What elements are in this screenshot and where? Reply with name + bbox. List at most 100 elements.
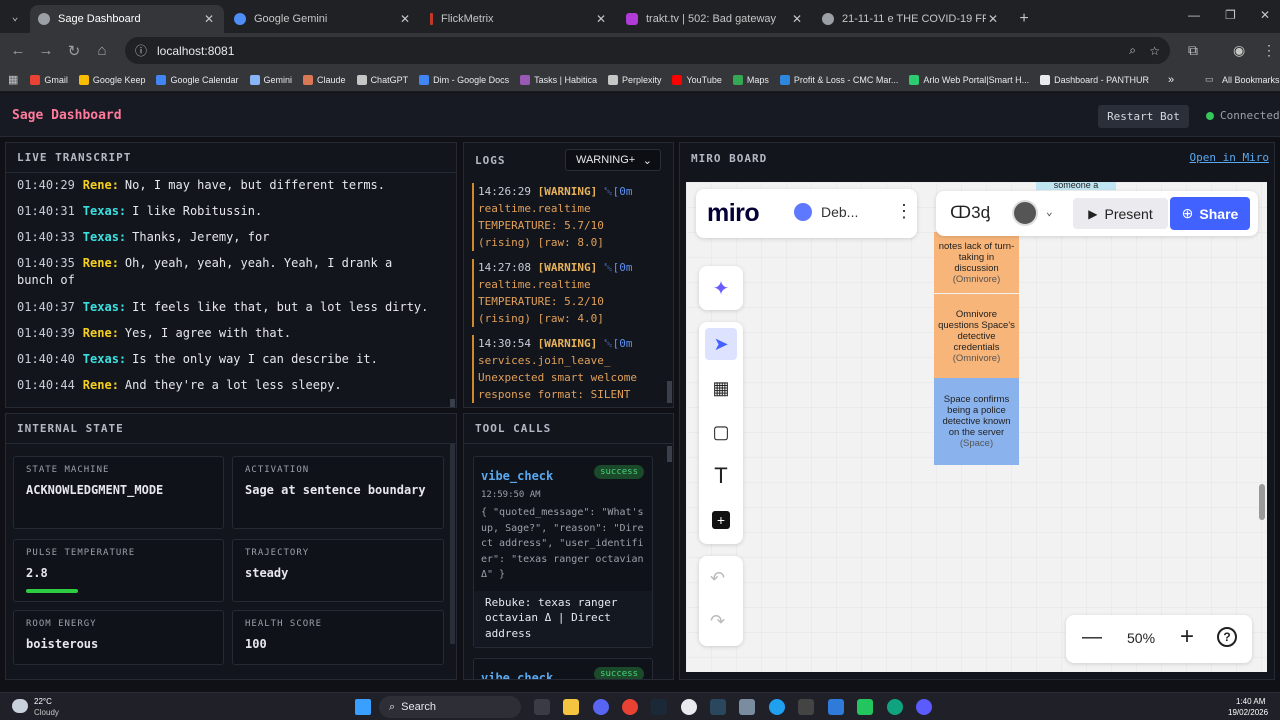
tool-call-card[interactable]: vibe_check success 12:59:50 AM { "quoted… (473, 456, 653, 648)
clock-time[interactable]: 1:40 AM (1236, 697, 1265, 706)
discord-icon[interactable] (593, 699, 609, 715)
tab-covid[interactable]: 21-11-11 e THE COVID-19 FRAUD & W ✕ (814, 5, 1008, 33)
app-icon[interactable] (681, 699, 697, 715)
all-bookmarks[interactable]: All Bookmarks (1222, 75, 1280, 85)
zoom-in-icon[interactable]: + (1180, 623, 1194, 651)
logs-scrollbar[interactable] (667, 381, 672, 403)
app-icon[interactable] (916, 699, 932, 715)
bookmark-star-icon[interactable]: ☆ (1149, 44, 1160, 58)
bookmark-item[interactable]: Dashboard - PANTHUR (1040, 74, 1149, 85)
template-icon[interactable]: ▦ (705, 372, 737, 404)
present-button[interactable]: ▶ Present (1073, 198, 1168, 229)
sticky-note[interactable]: Space confirms being a police detective … (934, 378, 1019, 465)
file-explorer-icon[interactable] (563, 699, 579, 715)
state-scrollbar[interactable] (450, 444, 455, 644)
clock-date[interactable]: 19/02/2026 (1228, 708, 1268, 717)
add-more-icon[interactable]: + (705, 504, 737, 536)
edge-icon[interactable] (769, 699, 785, 715)
bookmark-item[interactable]: Maps (732, 74, 769, 85)
sticky-note[interactable]: someone a (1036, 182, 1116, 190)
more-bookmarks-icon[interactable]: » (1168, 74, 1174, 86)
avatar[interactable] (1012, 200, 1038, 226)
terminal-icon[interactable] (798, 699, 814, 715)
steam-icon[interactable] (710, 699, 726, 715)
task-view-icon[interactable] (534, 699, 550, 715)
close-icon[interactable]: ✕ (986, 12, 1000, 26)
tool-call-card[interactable]: vibe_check success (473, 658, 653, 680)
weather-icon[interactable] (12, 699, 28, 713)
site-info-icon[interactable]: ⓘ (135, 42, 147, 59)
steam-icon[interactable] (651, 699, 667, 715)
app-icon[interactable] (739, 699, 755, 715)
tab-flickmetrix[interactable]: FlickMetrix ✕ (422, 5, 616, 33)
menu-icon[interactable]: ⋮ (1262, 42, 1276, 59)
apps-icon[interactable]: ▦ (8, 73, 18, 86)
tool-call-args: { "quoted_message": "What's up, Sage?", … (481, 507, 644, 580)
share-button[interactable]: ⊕ Share (1170, 197, 1250, 230)
chrome-icon[interactable] (622, 699, 638, 715)
open-in-miro-link[interactable]: Open in Miro (1190, 151, 1269, 164)
tab-sage-dashboard[interactable]: Sage Dashboard ✕ (30, 5, 224, 33)
home-icon[interactable]: ⌂ (88, 42, 116, 59)
close-window-icon[interactable]: ✕ (1260, 8, 1270, 22)
zoom-out-icon[interactable]: — (1082, 626, 1102, 649)
help-icon[interactable]: ? (1217, 627, 1237, 647)
bookmark-item[interactable]: Google Keep (78, 74, 145, 85)
restart-bot-button[interactable]: Restart Bot (1098, 105, 1189, 128)
tool-name: vibe_check (481, 671, 554, 680)
close-icon[interactable]: ✕ (202, 12, 216, 26)
taskbar-search[interactable]: ⌕ Search (379, 696, 521, 718)
bookmark-item[interactable]: Google Calendar (156, 74, 239, 85)
select-cursor-icon[interactable]: ➤ (705, 328, 737, 360)
notepad-icon[interactable] (828, 699, 844, 715)
log-level-select[interactable]: WARNING+ ⌄ (565, 149, 661, 171)
board-name[interactable]: Deb... (821, 204, 858, 220)
miro-board-canvas[interactable]: someone a notes lack of turn-taking in d… (686, 182, 1267, 672)
bookmark-item[interactable]: Gmail (30, 74, 68, 85)
timestamp: 01:40:44 (17, 378, 75, 392)
app-icon[interactable] (857, 699, 873, 715)
url-bar[interactable]: ⓘ localhost:8081 ⌕ ☆ (125, 37, 1170, 64)
more-options-icon[interactable]: ⋮ (895, 201, 913, 222)
sticky-text: Space confirms being a police detective … (942, 394, 1011, 438)
bookmark-item[interactable]: Claude (303, 74, 346, 85)
reload-icon[interactable]: ↻ (60, 42, 88, 60)
transcript-scrollbar[interactable] (450, 399, 455, 407)
tools-scrollbar[interactable] (667, 446, 672, 462)
tab-search-icon[interactable]: ⌄ (0, 0, 30, 33)
sticky-note[interactable]: Omnivore questions Space's detective cre… (934, 294, 1019, 378)
start-icon[interactable] (355, 699, 371, 715)
back-icon[interactable]: ← (4, 42, 32, 59)
sticky-note[interactable]: notes lack of turn-taking in discussion … (934, 232, 1019, 293)
restore-icon[interactable]: ❐ (1225, 8, 1236, 22)
bookmark-item[interactable]: Gemini (249, 74, 292, 85)
tab-google-gemini[interactable]: Google Gemini ✕ (226, 5, 420, 33)
ai-assist-button[interactable]: ✦ (699, 266, 743, 310)
bookmark-item[interactable]: Tasks | Habitica (520, 74, 597, 85)
forward-icon[interactable]: → (32, 42, 60, 59)
close-icon[interactable]: ✕ (398, 12, 412, 26)
chevron-down-icon[interactable]: ⌄ (1046, 205, 1053, 218)
new-tab-button[interactable]: + (1010, 5, 1038, 33)
close-icon[interactable]: ✕ (594, 12, 608, 26)
zoom-level[interactable]: 50% (1127, 630, 1155, 646)
bookmark-item[interactable]: Dim - Google Docs (419, 74, 509, 85)
bookmark-item[interactable]: YouTube (672, 74, 722, 85)
zoom-icon[interactable]: ⌕ (1129, 43, 1136, 58)
profile-icon[interactable]: ◉ (1233, 42, 1245, 59)
bookmark-item[interactable]: Profit & Loss - CMC Mar... (779, 74, 898, 85)
bookmark-item[interactable]: Arlo Web Portal|Smart H... (909, 74, 1029, 85)
tab-trakt[interactable]: trakt.tv | 502: Bad gateway ✕ (618, 5, 812, 33)
text-icon[interactable]: T (705, 460, 737, 492)
undo-icon[interactable]: ↶ (710, 568, 725, 589)
bookmark-item[interactable]: ChatGPT (356, 74, 408, 85)
chatgpt-icon[interactable] (887, 699, 903, 715)
canvas-scrollbar[interactable] (1259, 484, 1265, 520)
minimize-icon[interactable]: — (1188, 8, 1200, 22)
extensions-icon[interactable]: ⧉ (1188, 42, 1198, 59)
close-icon[interactable]: ✕ (790, 12, 804, 26)
sticky-note-icon[interactable]: ▢ (705, 416, 737, 448)
redo-icon[interactable]: ↷ (710, 611, 725, 632)
reactions-icon[interactable]: ↀ3ᶁ (950, 203, 990, 223)
bookmark-item[interactable]: Perplexity (607, 74, 661, 85)
